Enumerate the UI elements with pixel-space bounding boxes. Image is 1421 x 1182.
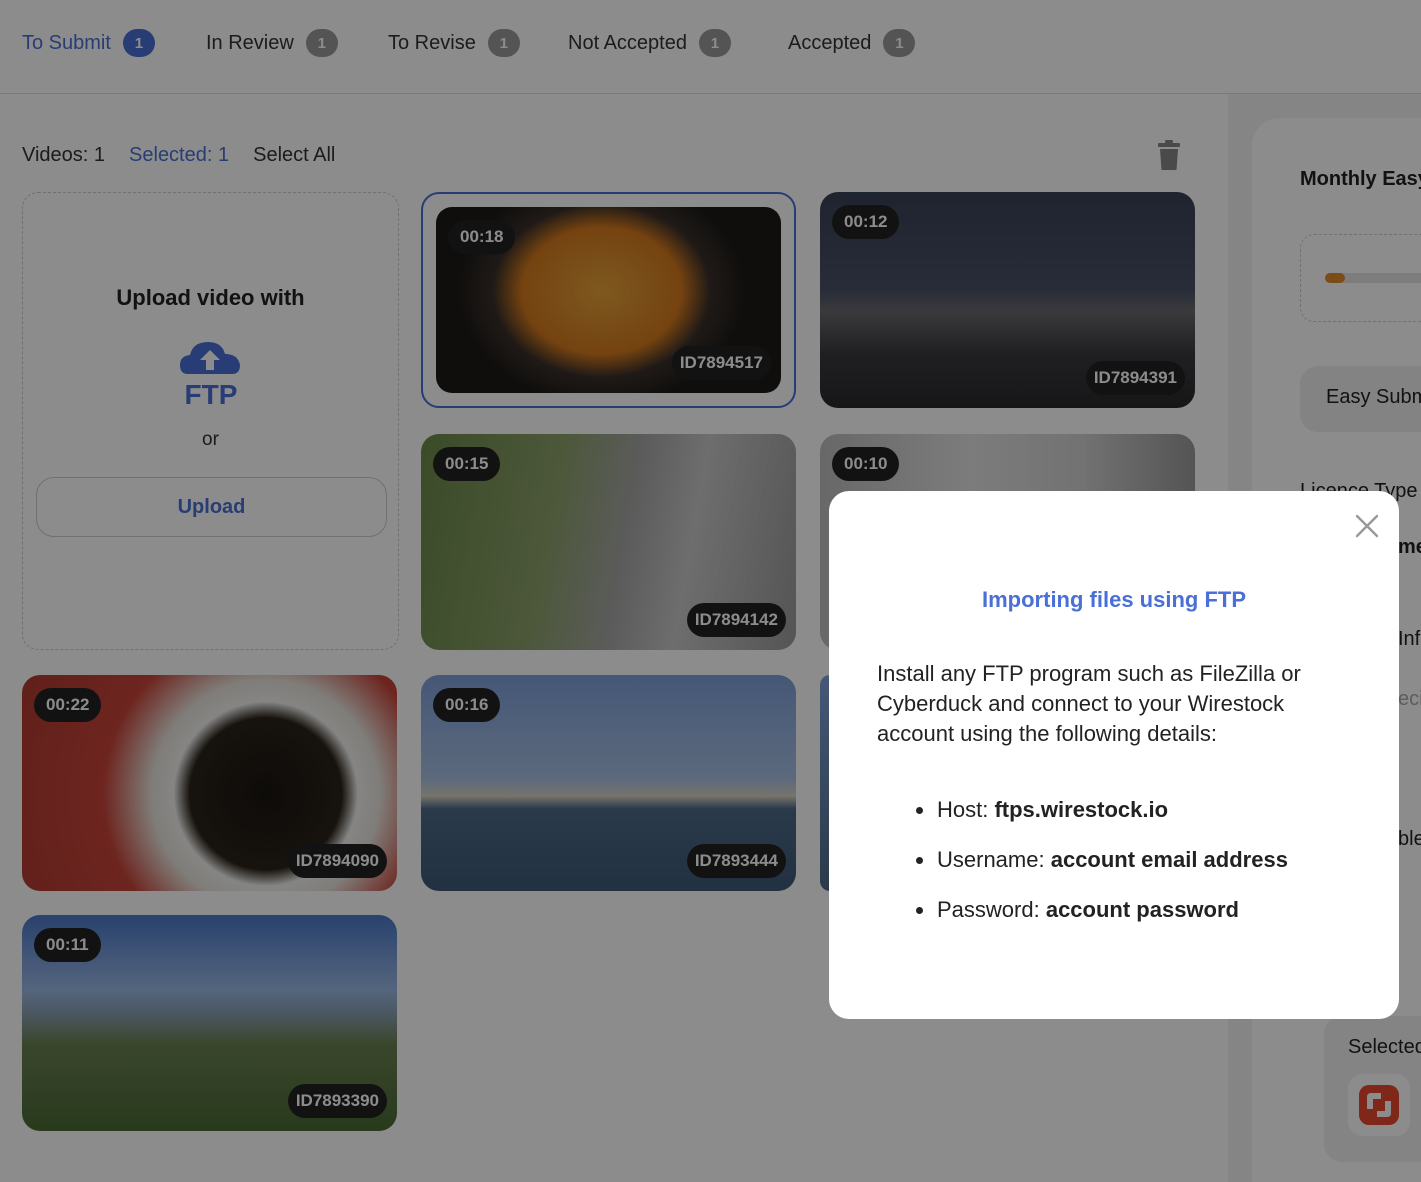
ftp-instructions-modal: Importing files using FTP Install any FT… (829, 491, 1399, 1019)
modal-title: Importing files using FTP (982, 587, 1246, 612)
detail-label: Host: (937, 797, 995, 822)
detail-label: Password: (937, 897, 1046, 922)
ftp-details-list: Host: ftps.wirestock.io Username: accoun… (916, 795, 1288, 945)
ftp-password-item: Password: account password (916, 895, 1288, 945)
ftp-host-item: Host: ftps.wirestock.io (916, 795, 1288, 845)
ftp-username-item: Username: account email address (916, 845, 1288, 895)
modal-intro-text: Install any FTP program such as FileZill… (877, 661, 1301, 746)
detail-value: ftps.wirestock.io (994, 797, 1169, 822)
detail-label: Username: (937, 847, 1051, 872)
close-icon[interactable] (1354, 513, 1380, 539)
detail-value: account email address (1050, 847, 1288, 872)
detail-value: account password (1045, 897, 1239, 922)
